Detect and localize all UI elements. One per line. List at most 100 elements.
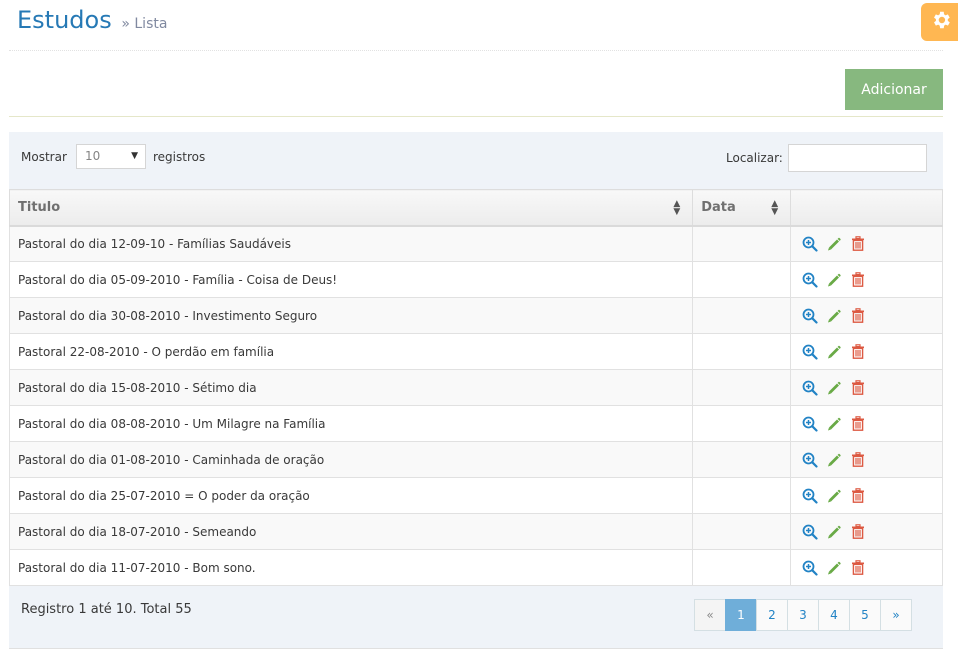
pencil-icon[interactable] (826, 272, 842, 288)
zoom-in-icon[interactable] (802, 524, 818, 540)
trash-icon[interactable] (850, 344, 866, 360)
cell-actions (790, 441, 943, 478)
cell-date (692, 513, 792, 550)
settings-button[interactable] (921, 3, 958, 41)
page-5-button[interactable]: 5 (849, 599, 881, 631)
zoom-in-icon[interactable] (802, 560, 818, 576)
next-page-button[interactable]: » (880, 599, 912, 631)
cell-title: Pastoral do dia 01-08-2010 - Caminhada d… (8, 441, 694, 478)
table-row: Pastoral do dia 25-07-2010 = O poder da … (8, 477, 943, 514)
zoom-in-icon[interactable] (802, 416, 818, 432)
cell-date (692, 477, 792, 514)
search-label: Localizar: (726, 151, 783, 165)
zoom-in-icon[interactable] (802, 308, 818, 324)
zoom-in-icon[interactable] (802, 236, 818, 252)
zoom-in-icon[interactable] (802, 380, 818, 396)
trash-icon[interactable] (850, 452, 866, 468)
pencil-icon[interactable] (826, 344, 842, 360)
table-row: Pastoral 22-08-2010 - O perdão em famíli… (8, 333, 943, 370)
column-header-data[interactable]: Data ▲ ▼ (692, 189, 792, 227)
page-4-button[interactable]: 4 (818, 599, 850, 631)
cell-title: Pastoral do dia 08-08-2010 - Um Milagre … (8, 405, 694, 442)
page-size-select[interactable]: 10 ▼ (76, 144, 146, 169)
table-row: Pastoral do dia 11-07-2010 - Bom sono. (8, 549, 943, 586)
pencil-icon[interactable] (826, 308, 842, 324)
cell-actions (790, 225, 943, 262)
page-subtitle: » Lista (121, 16, 168, 32)
cell-actions (790, 297, 943, 334)
table-row: Pastoral do dia 18-07-2010 - Semeando (8, 513, 943, 550)
page-title-text: Estudos (17, 6, 112, 34)
pencil-icon[interactable] (826, 488, 842, 504)
column-header-label: Titulo (18, 199, 61, 215)
page-3-button[interactable]: 3 (787, 599, 819, 631)
table-row: Pastoral do dia 05-09-2010 - Família - C… (8, 261, 943, 298)
sort-icon: ▲ ▼ (673, 199, 681, 217)
cell-actions (790, 261, 943, 298)
records-info: Registro 1 até 10. Total 55 (21, 602, 192, 617)
cell-date (692, 297, 792, 334)
zoom-in-icon[interactable] (802, 452, 818, 468)
page-2-button[interactable]: 2 (756, 599, 788, 631)
cell-title: Pastoral do dia 30-08-2010 - Investiment… (8, 297, 694, 334)
pencil-icon[interactable] (826, 524, 842, 540)
trash-icon[interactable] (850, 308, 866, 324)
cell-title: Pastoral do dia 11-07-2010 - Bom sono. (8, 549, 694, 586)
trash-icon[interactable] (850, 416, 866, 432)
pencil-icon[interactable] (826, 380, 842, 396)
pencil-icon[interactable] (826, 452, 842, 468)
cell-title: Pastoral do dia 05-09-2010 - Família - C… (8, 261, 694, 298)
table-controls: Mostrar 10 ▼ registros Localizar: (9, 132, 943, 189)
add-button[interactable]: Adicionar (845, 69, 943, 110)
zoom-in-icon[interactable] (802, 344, 818, 360)
sort-icon: ▲ ▼ (771, 199, 779, 217)
page-size-value: 10 (85, 149, 101, 163)
table-row: Pastoral do dia 01-08-2010 - Caminhada d… (8, 441, 943, 478)
cell-actions (790, 513, 943, 550)
page-1-button[interactable]: 1 (725, 599, 757, 631)
pencil-icon[interactable] (826, 236, 842, 252)
cell-date (692, 405, 792, 442)
trash-icon[interactable] (850, 488, 866, 504)
records-label: registros (153, 150, 206, 164)
pencil-icon[interactable] (826, 416, 842, 432)
cell-actions (790, 549, 943, 586)
table-row: Pastoral do dia 15-08-2010 - Sétimo dia (8, 369, 943, 406)
column-header-actions (790, 189, 943, 227)
cell-title: Pastoral do dia 12-09-10 - Famílias Saud… (8, 225, 694, 262)
table-row: Pastoral do dia 30-08-2010 - Investiment… (8, 297, 943, 334)
zoom-in-icon[interactable] (802, 272, 818, 288)
cell-date (692, 261, 792, 298)
trash-icon[interactable] (850, 380, 866, 396)
cell-title: Pastoral 22-08-2010 - O perdão em famíli… (8, 333, 694, 370)
zoom-in-icon[interactable] (802, 488, 818, 504)
column-header-label: Data (701, 199, 736, 215)
cell-date (692, 549, 792, 586)
cell-actions (790, 477, 943, 514)
pencil-icon[interactable] (826, 560, 842, 576)
previous-page-button[interactable]: « (694, 599, 726, 631)
column-header-titulo[interactable]: Titulo ▲ ▼ (8, 189, 694, 227)
trash-icon[interactable] (850, 560, 866, 576)
show-label: Mostrar (21, 150, 67, 164)
cell-date (692, 369, 792, 406)
cell-date (692, 333, 792, 370)
pagination: «1 2 3 4 5» (694, 599, 912, 631)
trash-icon[interactable] (850, 524, 866, 540)
action-bar: Adicionar (9, 51, 943, 117)
cell-actions (790, 369, 943, 406)
gear-icon (930, 9, 952, 35)
table-header-row: Titulo ▲ ▼ Data ▲ ▼ (8, 189, 943, 227)
table-wrapper: Mostrar 10 ▼ registros Localizar: Titulo… (8, 132, 943, 649)
table-row: Pastoral do dia 12-09-10 - Famílias Saud… (8, 225, 943, 262)
cell-actions (790, 333, 943, 370)
page-title: Estudos » Lista (17, 6, 167, 34)
cell-date (692, 225, 792, 262)
cell-title: Pastoral do dia 15-08-2010 - Sétimo dia (8, 369, 694, 406)
caret-down-icon: ▼ (131, 151, 138, 161)
search-input[interactable] (788, 144, 927, 172)
trash-icon[interactable] (850, 236, 866, 252)
cell-title: Pastoral do dia 18-07-2010 - Semeando (8, 513, 694, 550)
data-table: Titulo ▲ ▼ Data ▲ ▼ Pastoral do dia 12-09-… (8, 189, 943, 586)
trash-icon[interactable] (850, 272, 866, 288)
